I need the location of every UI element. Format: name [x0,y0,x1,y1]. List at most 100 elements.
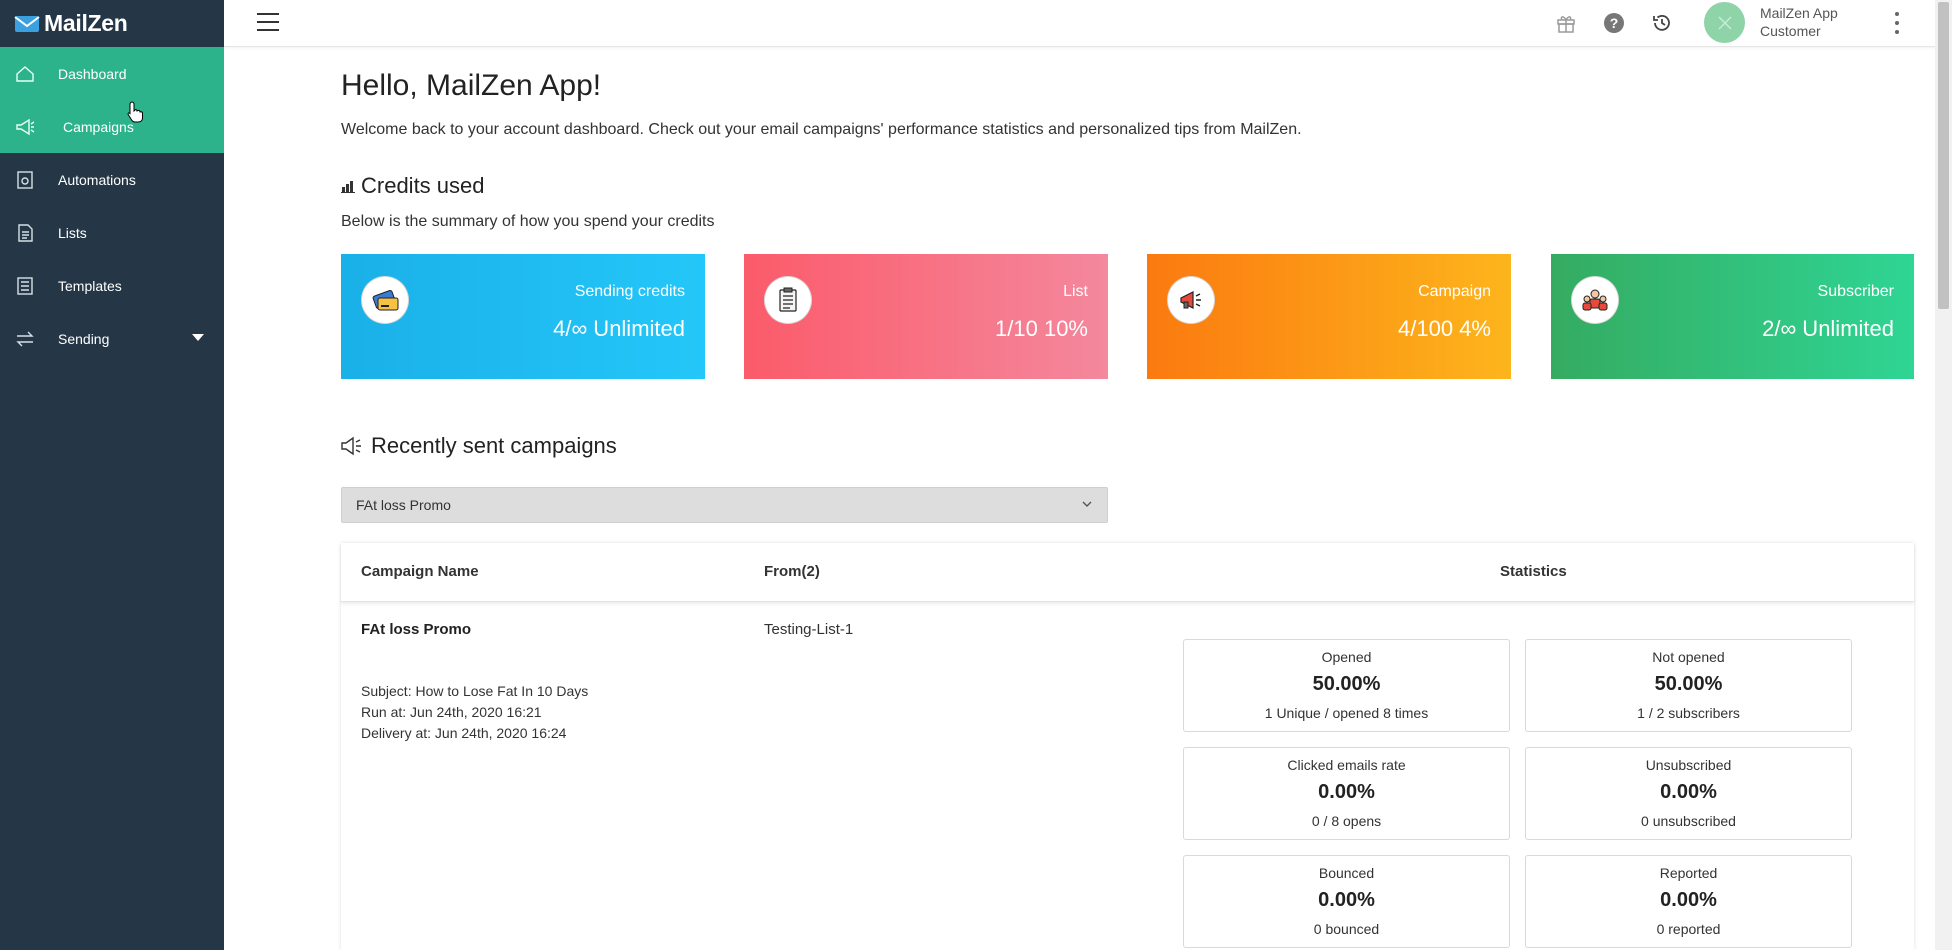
column-header-from: From(2) [764,563,820,580]
mail-logo-icon [14,15,40,32]
sidebar-item-automations[interactable]: Automations [0,153,224,206]
column-header-statistics: Statistics [1500,563,1567,580]
sidebar-item-label: Dashboard [58,65,127,82]
card-subscriber: Subscriber 2/∞ Unlimited [1551,254,1914,379]
page-scrollbar[interactable] [1935,0,1952,950]
sidebar-item-label: Templates [58,277,122,294]
card-campaign: Campaign 4/100 4% [1147,254,1511,379]
gift-icon[interactable] [1555,12,1577,34]
campaign-delivery-at: Delivery at: Jun 24th, 2020 16:24 [361,725,567,741]
sidebar: MailZen Dashboard Campaigns Automations … [0,0,224,950]
card-value: 4/100 4% [1398,316,1491,341]
stat-reported: Reported 0.00% 0 reported [1525,855,1852,948]
mouse-pointer-icon [127,101,143,123]
sidebar-item-label: Sending [58,330,110,347]
subscribers-icon [1571,276,1619,324]
menu-toggle-icon[interactable] [257,13,279,31]
stat-clicked: Clicked emails rate 0.00% 0 / 8 opens [1183,747,1510,840]
card-label: Subscriber [1817,283,1894,300]
welcome-text: Welcome back to your account dashboard. … [341,121,1302,138]
stat-value: 50.00% [1654,673,1723,695]
stat-bounced: Bounced 0.00% 0 bounced [1183,855,1510,948]
stat-value: 50.00% [1312,673,1381,695]
help-icon[interactable]: ? [1603,12,1625,34]
card-label: Sending credits [574,283,685,300]
table-header: Campaign Name From(2) Statistics [341,543,1914,602]
stat-note: 0 bounced [1313,921,1380,937]
stat-value: 0.00% [1660,781,1717,803]
stat-value: 0.00% [1660,889,1717,911]
stat-opened: Opened 50.00% 1 Unique / opened 8 times [1183,639,1510,732]
avatar[interactable] [1704,2,1745,43]
card-list: List 1/10 10% [744,254,1108,379]
clipboard-icon [764,276,812,324]
megaphone-icon [341,436,361,456]
campaign-subject: Subject: How to Lose Fat In 10 Days [361,683,589,699]
stat-value: 0.00% [1318,889,1375,911]
megaphone-icon [1167,276,1215,324]
campaign-from: Testing-List-1 [764,621,854,638]
automation-icon [14,169,36,191]
brand-name: MailZen [44,10,128,36]
recent-campaigns-title: Recently sent campaigns [371,433,617,458]
user-name: MailZen App [1760,5,1838,21]
user-role: Customer [1760,23,1821,39]
stat-note: 1 / 2 subscribers [1637,705,1740,721]
template-icon [14,275,36,297]
sidebar-item-sending[interactable]: Sending [0,312,224,365]
card-label: List [1063,283,1088,300]
credits-heading: Credits used [341,173,485,199]
svg-text:?: ? [1610,15,1619,31]
stat-not-opened: Not opened 50.00% 1 / 2 subscribers [1525,639,1852,732]
stat-unsubscribed: Unsubscribed 0.00% 0 unsubscribed [1525,747,1852,840]
campaign-name: FAt loss Promo [361,621,472,638]
sidebar-active-group: Dashboard Campaigns [0,47,224,153]
credit-card-icon [361,276,409,324]
campaign-select-value: FAt loss Promo [356,497,451,513]
list-icon [14,222,36,244]
campaign-table: Campaign Name From(2) Statistics FAt los… [341,543,1914,950]
sidebar-item-label: Campaigns [63,118,134,135]
sending-icon [14,328,36,350]
topbar: ? MailZen App Customer [224,0,1952,47]
stat-label: Unsubscribed [1645,757,1732,773]
credits-title: Credits used [361,173,485,198]
sidebar-item-label: Automations [58,171,136,188]
stat-note: 1 Unique / opened 8 times [1264,705,1429,721]
column-header-name: Campaign Name [361,563,479,580]
campaign-select[interactable]: FAt loss Promo [341,487,1108,523]
home-icon [14,63,36,85]
stat-note: 0 / 8 opens [1311,813,1382,829]
card-value: 4/∞ Unlimited [553,316,685,341]
campaign-run-at: Run at: Jun 24th, 2020 16:21 [361,704,542,720]
brand-logo[interactable]: MailZen [0,0,224,47]
stat-label: Not opened [1652,649,1725,665]
page-title: Hello, MailZen App! [341,69,602,102]
stat-value: 0.00% [1318,781,1375,803]
sidebar-item-lists[interactable]: Lists [0,206,224,259]
card-value: 2/∞ Unlimited [1762,316,1894,341]
recent-campaigns-heading: Recently sent campaigns [341,433,617,459]
more-options-icon[interactable] [1892,12,1902,34]
chevron-down-icon [1082,501,1092,507]
sidebar-item-campaigns[interactable]: Campaigns [0,100,224,153]
stat-label: Opened [1321,649,1372,665]
card-label: Campaign [1418,283,1491,300]
stat-label: Clicked emails rate [1287,757,1406,773]
stat-label: Reported [1659,865,1718,881]
megaphone-icon [14,116,36,138]
chevron-down-icon[interactable] [192,334,204,341]
credits-subtitle: Below is the summary of how you spend yo… [341,213,715,230]
sidebar-item-dashboard[interactable]: Dashboard [0,47,224,100]
scrollbar-thumb[interactable] [1938,2,1949,309]
close-icon [1717,15,1732,30]
stat-note: 0 reported [1656,921,1721,937]
bar-chart-icon [341,181,355,193]
stat-note: 0 unsubscribed [1641,813,1736,829]
card-sending-credits: Sending credits 4/∞ Unlimited [341,254,705,379]
sidebar-item-label: Lists [58,224,87,241]
history-icon[interactable] [1651,12,1673,34]
card-value: 1/10 10% [995,316,1088,341]
stat-label: Bounced [1318,865,1375,881]
sidebar-item-templates[interactable]: Templates [0,259,224,312]
